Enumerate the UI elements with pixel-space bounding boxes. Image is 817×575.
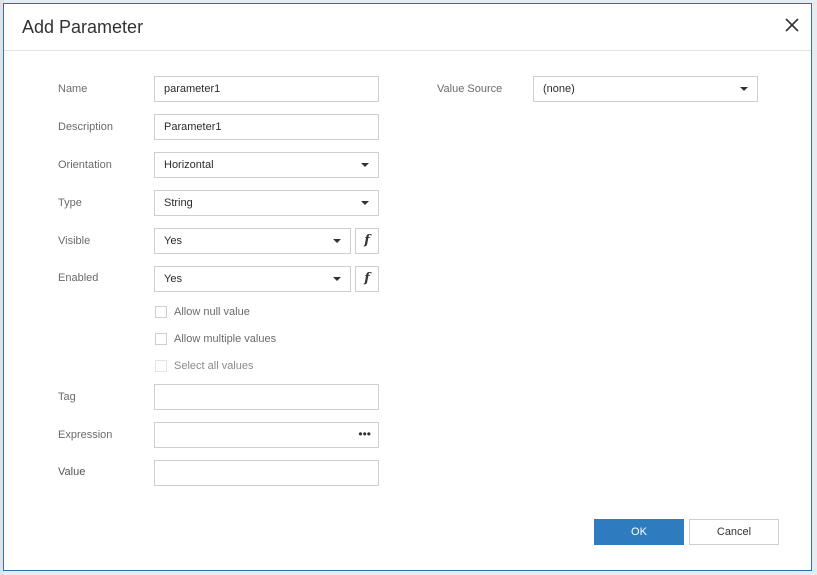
enabled-label: Enabled: [58, 272, 99, 284]
ok-button[interactable]: OK: [594, 519, 684, 545]
enabled-value: Yes: [164, 273, 182, 285]
name-input[interactable]: [154, 76, 379, 102]
value-source-value: (none): [543, 83, 575, 95]
allow-null-label: Allow null value: [174, 306, 250, 318]
value-source-select[interactable]: (none): [533, 76, 758, 102]
type-label: Type: [58, 197, 82, 209]
chevron-down-icon: [740, 87, 748, 91]
select-all-checkbox: [155, 360, 167, 372]
name-label: Name: [58, 83, 88, 95]
enabled-expression-button[interactable]: f: [355, 266, 379, 292]
allow-multiple-checkbox[interactable]: [155, 333, 167, 345]
visible-expression-button[interactable]: f: [355, 228, 379, 254]
allow-multiple-option[interactable]: Allow multiple values: [155, 332, 355, 348]
value-label: Value: [58, 466, 86, 478]
chevron-down-icon: [333, 277, 341, 281]
function-icon: f: [364, 233, 370, 248]
enabled-select[interactable]: Yes: [154, 266, 351, 292]
chevron-down-icon: [361, 163, 369, 167]
type-value: String: [164, 197, 193, 209]
dialog-header: Add Parameter: [4, 4, 811, 51]
close-icon: [785, 18, 799, 32]
allow-null-option[interactable]: Allow null value: [155, 305, 355, 321]
expression-label: Expression: [58, 429, 113, 441]
function-icon: f: [364, 271, 370, 286]
visible-select[interactable]: Yes: [154, 228, 351, 254]
cancel-button[interactable]: Cancel: [689, 519, 779, 545]
dialog-title: Add Parameter: [22, 17, 144, 37]
select-all-label: Select all values: [174, 360, 254, 372]
chevron-down-icon: [361, 201, 369, 205]
orientation-select[interactable]: Horizontal: [154, 152, 379, 178]
close-button[interactable]: [783, 16, 801, 34]
expression-input[interactable]: •••: [154, 422, 379, 448]
orientation-label: Orientation: [58, 159, 112, 171]
value-input[interactable]: [154, 460, 379, 486]
tag-label: Tag: [58, 391, 76, 403]
chevron-down-icon: [333, 239, 341, 243]
type-select[interactable]: String: [154, 190, 379, 216]
tag-input[interactable]: [154, 384, 379, 410]
visible-value: Yes: [164, 235, 182, 247]
ellipsis-icon[interactable]: •••: [358, 423, 371, 445]
orientation-value: Horizontal: [164, 159, 214, 171]
add-parameter-dialog: Add Parameter Name Description Orientati…: [3, 3, 812, 571]
visible-label: Visible: [58, 235, 91, 247]
value-source-label: Value Source: [437, 83, 503, 95]
description-label: Description: [58, 121, 114, 133]
allow-multiple-label: Allow multiple values: [174, 333, 277, 345]
allow-null-checkbox[interactable]: [155, 306, 167, 318]
select-all-option: Select all values: [155, 359, 355, 375]
description-input[interactable]: [154, 114, 379, 140]
